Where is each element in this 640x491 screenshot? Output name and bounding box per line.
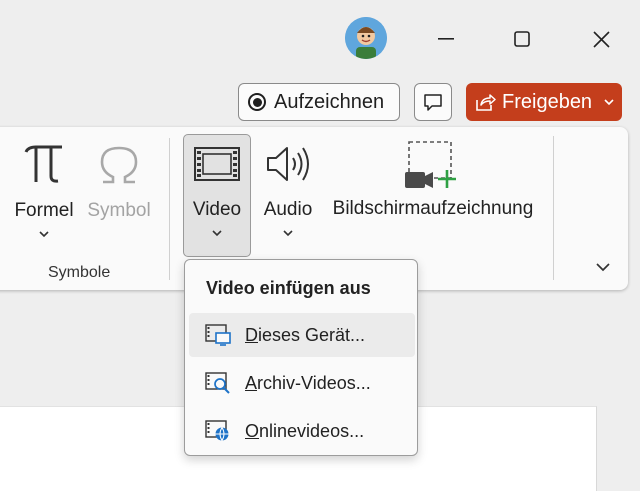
device-video-icon	[205, 324, 231, 346]
speaker-icon	[267, 147, 309, 181]
screen-recording-button[interactable]: Bildschirmaufzeichnung	[330, 140, 536, 220]
symbol-label: Symbol	[87, 200, 151, 221]
share-icon	[476, 94, 496, 111]
share-label: Freigeben	[502, 90, 593, 113]
user-avatar-icon	[345, 17, 387, 59]
menu-item-stock-videos[interactable]: Archiv-Videos...	[189, 361, 415, 405]
chevron-down-icon	[39, 231, 49, 238]
film-icon	[194, 147, 240, 181]
comments-button[interactable]	[414, 83, 452, 121]
chevron-down-icon	[212, 230, 222, 237]
group-divider	[169, 138, 170, 280]
close-button[interactable]	[583, 22, 619, 56]
stock-video-icon	[205, 372, 230, 394]
menu-item-this-device[interactable]: Dieses Gerät...	[189, 313, 415, 357]
menu-item-label: Archiv-Videos...	[245, 372, 371, 393]
record-icon	[248, 93, 266, 111]
menu-item-label: Dieses Gerät...	[245, 324, 366, 345]
formula-button[interactable]: Formel	[12, 144, 76, 238]
close-icon	[592, 30, 610, 48]
video-insert-menu: Video einfügen aus Dieses Gerät... Archi…	[184, 259, 418, 456]
chevron-down-icon	[604, 99, 614, 106]
ribbon-expand-chevron-icon[interactable]	[595, 262, 611, 272]
online-video-icon	[205, 420, 229, 441]
record-button[interactable]: Aufzeichnen	[238, 83, 400, 121]
chevron-down-icon	[283, 230, 293, 237]
menu-title: Video einfügen aus	[206, 278, 371, 298]
omega-icon	[100, 146, 138, 184]
share-button[interactable]: Freigeben	[466, 83, 622, 121]
video-label: Video	[192, 199, 242, 220]
user-avatar[interactable]	[345, 17, 387, 59]
menu-item-online-videos[interactable]: Onlinevideos...	[189, 409, 415, 453]
ribbon-divider	[553, 136, 554, 280]
audio-label: Audio	[263, 199, 313, 220]
video-button[interactable]: Video	[184, 146, 250, 237]
maximize-icon	[514, 31, 530, 47]
screen-recording-label: Bildschirmaufzeichnung	[332, 198, 534, 219]
symbol-button[interactable]: Symbol	[86, 144, 152, 222]
menu-item-label: Onlinevideos...	[245, 420, 365, 441]
audio-button[interactable]: Audio	[258, 143, 318, 237]
screen-recording-icon	[405, 141, 456, 188]
formula-label: Formel	[14, 200, 74, 221]
minimize-button[interactable]	[428, 22, 464, 56]
maximize-button[interactable]	[504, 22, 540, 56]
minimize-icon	[438, 38, 454, 40]
comment-icon	[424, 94, 442, 111]
pi-icon	[24, 145, 62, 183]
group-label-symbols: Symbole	[48, 264, 111, 281]
record-label: Aufzeichnen	[274, 90, 385, 113]
